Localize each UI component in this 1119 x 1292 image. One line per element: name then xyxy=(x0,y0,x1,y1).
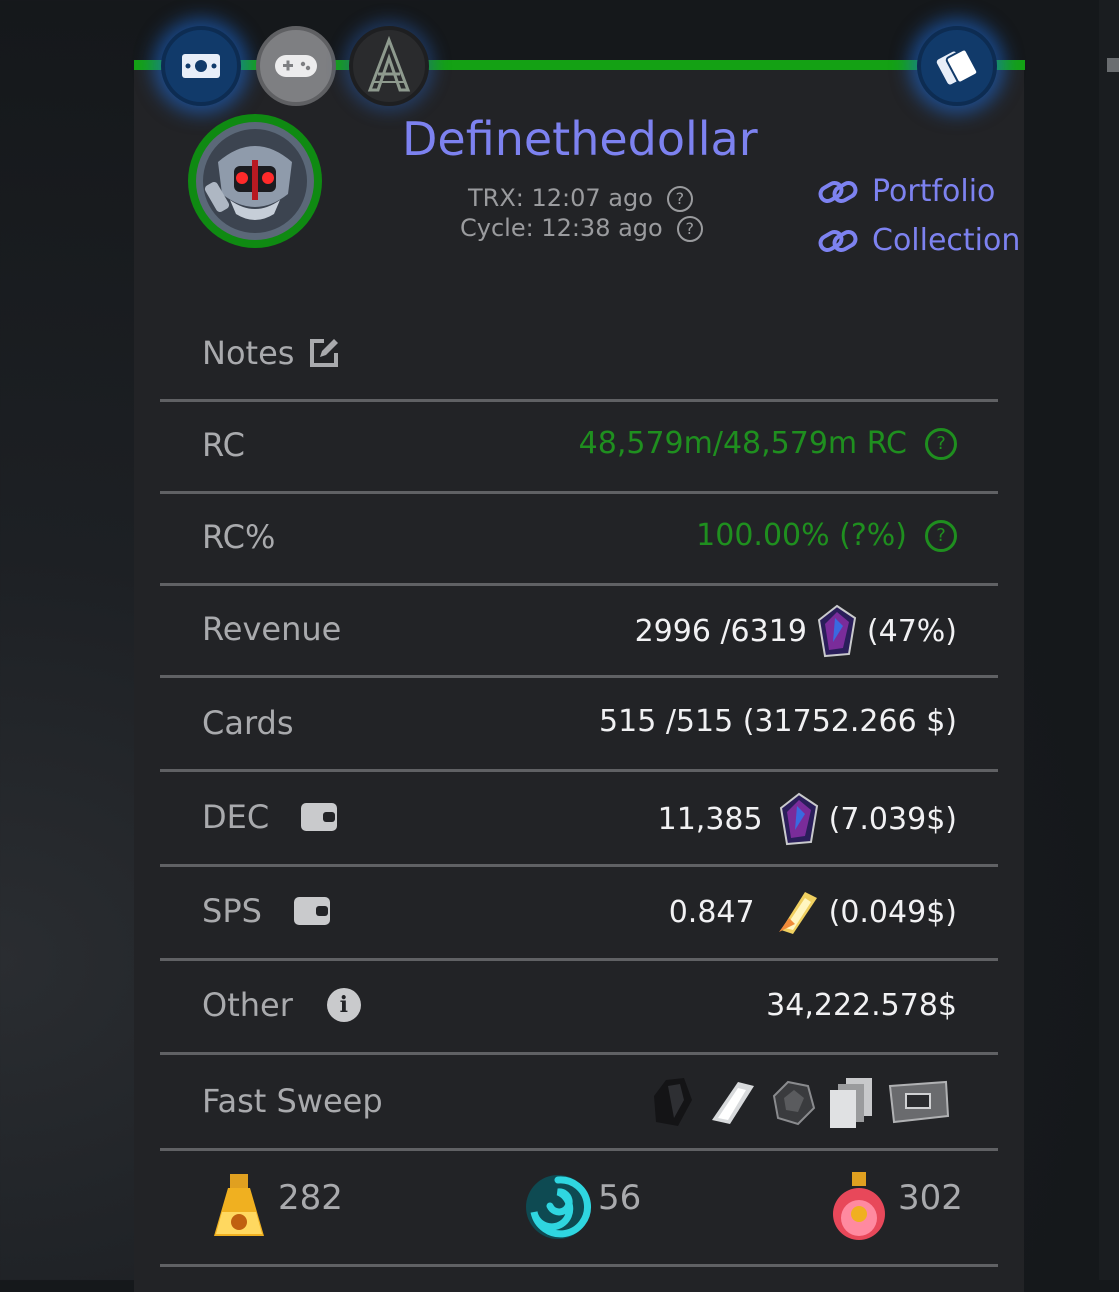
cards-label: Cards xyxy=(202,704,294,742)
cycle-label: Cycle: 12:38 ago xyxy=(460,214,663,242)
divider xyxy=(160,1148,998,1151)
divider xyxy=(160,675,998,678)
fast-sweep-label: Fast Sweep xyxy=(202,1082,383,1120)
other-value: 34,222.578$ xyxy=(766,988,957,1023)
cards-icon xyxy=(936,48,979,85)
dec-value: 11,385 (7.039$) xyxy=(658,792,957,846)
rock-icon[interactable] xyxy=(768,1076,818,1128)
link-icon xyxy=(818,180,858,203)
divider xyxy=(160,583,998,586)
trx-time: TRX: 12:07 ago? xyxy=(468,184,693,212)
help-icon[interactable]: ? xyxy=(925,519,957,552)
cards-value: 515 /515 (31752.266 $) xyxy=(599,704,957,739)
sps-label: SPS xyxy=(202,892,262,930)
background-panel-right xyxy=(1099,0,1119,1280)
edit-icon[interactable] xyxy=(306,335,342,371)
rc-label: RC xyxy=(202,426,245,464)
gold-potion-count: 282 xyxy=(278,1178,343,1218)
help-icon[interactable]: ? xyxy=(676,216,703,242)
sps-value: 0.847 (0.049$) xyxy=(669,888,957,936)
cards-button[interactable] xyxy=(917,26,997,106)
other-label: Other xyxy=(202,986,293,1024)
revenue-value: 2996 /6319 (47%) xyxy=(635,604,957,658)
dec-row-label: DEC xyxy=(202,798,338,836)
collection-link[interactable]: Collection xyxy=(818,223,1020,258)
cash-button[interactable] xyxy=(161,26,241,106)
avatar[interactable] xyxy=(188,114,322,248)
cycle-time: Cycle: 12:38 ago? xyxy=(460,214,703,242)
rc-value: 48,579m/48,579m RC? xyxy=(579,426,957,461)
portfolio-link[interactable]: Portfolio xyxy=(818,174,995,209)
robot-avatar-icon xyxy=(196,122,314,240)
divider xyxy=(160,958,998,961)
sps-shard-icon xyxy=(778,892,817,934)
help-icon[interactable]: ? xyxy=(925,427,957,460)
swirl-icon[interactable] xyxy=(524,1172,592,1242)
help-icon[interactable]: ? xyxy=(666,186,693,212)
username[interactable]: Definethedollar xyxy=(402,112,758,166)
divider xyxy=(160,1264,998,1267)
notes-row: Notes xyxy=(202,334,342,372)
sps-row-label: SPS xyxy=(202,892,330,930)
dark-shard-icon[interactable] xyxy=(648,1076,698,1128)
revenue-pct: (47%) xyxy=(866,613,957,649)
logo-a-icon xyxy=(367,36,411,92)
panel-edge xyxy=(1107,58,1119,72)
divider xyxy=(160,1052,998,1055)
gold-potion-icon[interactable] xyxy=(210,1172,268,1242)
dec-label: DEC xyxy=(202,798,270,836)
swirl-count: 56 xyxy=(598,1178,642,1218)
cash-icon xyxy=(182,54,220,78)
divider xyxy=(160,399,998,402)
sps-usd: (0.049$) xyxy=(828,894,957,930)
legendary-potion-icon[interactable] xyxy=(830,1170,888,1242)
cards-stack-icon[interactable] xyxy=(828,1076,878,1128)
revenue-label: Revenue xyxy=(202,610,342,648)
other-row-label: Other i xyxy=(202,986,361,1024)
revenue-amount: 2996 /6319 xyxy=(634,613,807,649)
notes-label: Notes xyxy=(202,334,295,372)
rc-pct-amount: 100.00% (?%) xyxy=(696,518,907,553)
plaque-icon[interactable] xyxy=(888,1076,950,1128)
rc-pct-value: 100.00% (?%)? xyxy=(696,518,957,553)
dec-amount: 11,385 xyxy=(657,801,763,837)
divider xyxy=(160,864,998,867)
logo-button[interactable] xyxy=(349,26,429,106)
wallet-icon[interactable] xyxy=(301,803,338,831)
rc-pct-label: RC% xyxy=(202,518,276,556)
dec-gem-icon xyxy=(817,604,856,658)
game-button[interactable] xyxy=(256,26,336,106)
dec-usd: (7.039$) xyxy=(828,801,957,837)
gamepad-icon xyxy=(275,55,317,77)
crystal-shard-icon[interactable] xyxy=(708,1076,758,1128)
divider xyxy=(160,491,998,494)
divider xyxy=(160,769,998,772)
sps-amount: 0.847 xyxy=(668,894,755,930)
info-icon[interactable]: i xyxy=(326,988,361,1022)
rc-amount: 48,579m/48,579m RC xyxy=(578,426,907,461)
collection-label: Collection xyxy=(872,223,1021,258)
wallet-icon[interactable] xyxy=(293,897,330,925)
dec-gem-icon xyxy=(779,792,818,846)
legendary-potion-count: 302 xyxy=(898,1178,963,1218)
trx-label: TRX: 12:07 ago xyxy=(468,184,653,212)
link-icon xyxy=(818,229,858,252)
portfolio-label: Portfolio xyxy=(872,174,996,209)
